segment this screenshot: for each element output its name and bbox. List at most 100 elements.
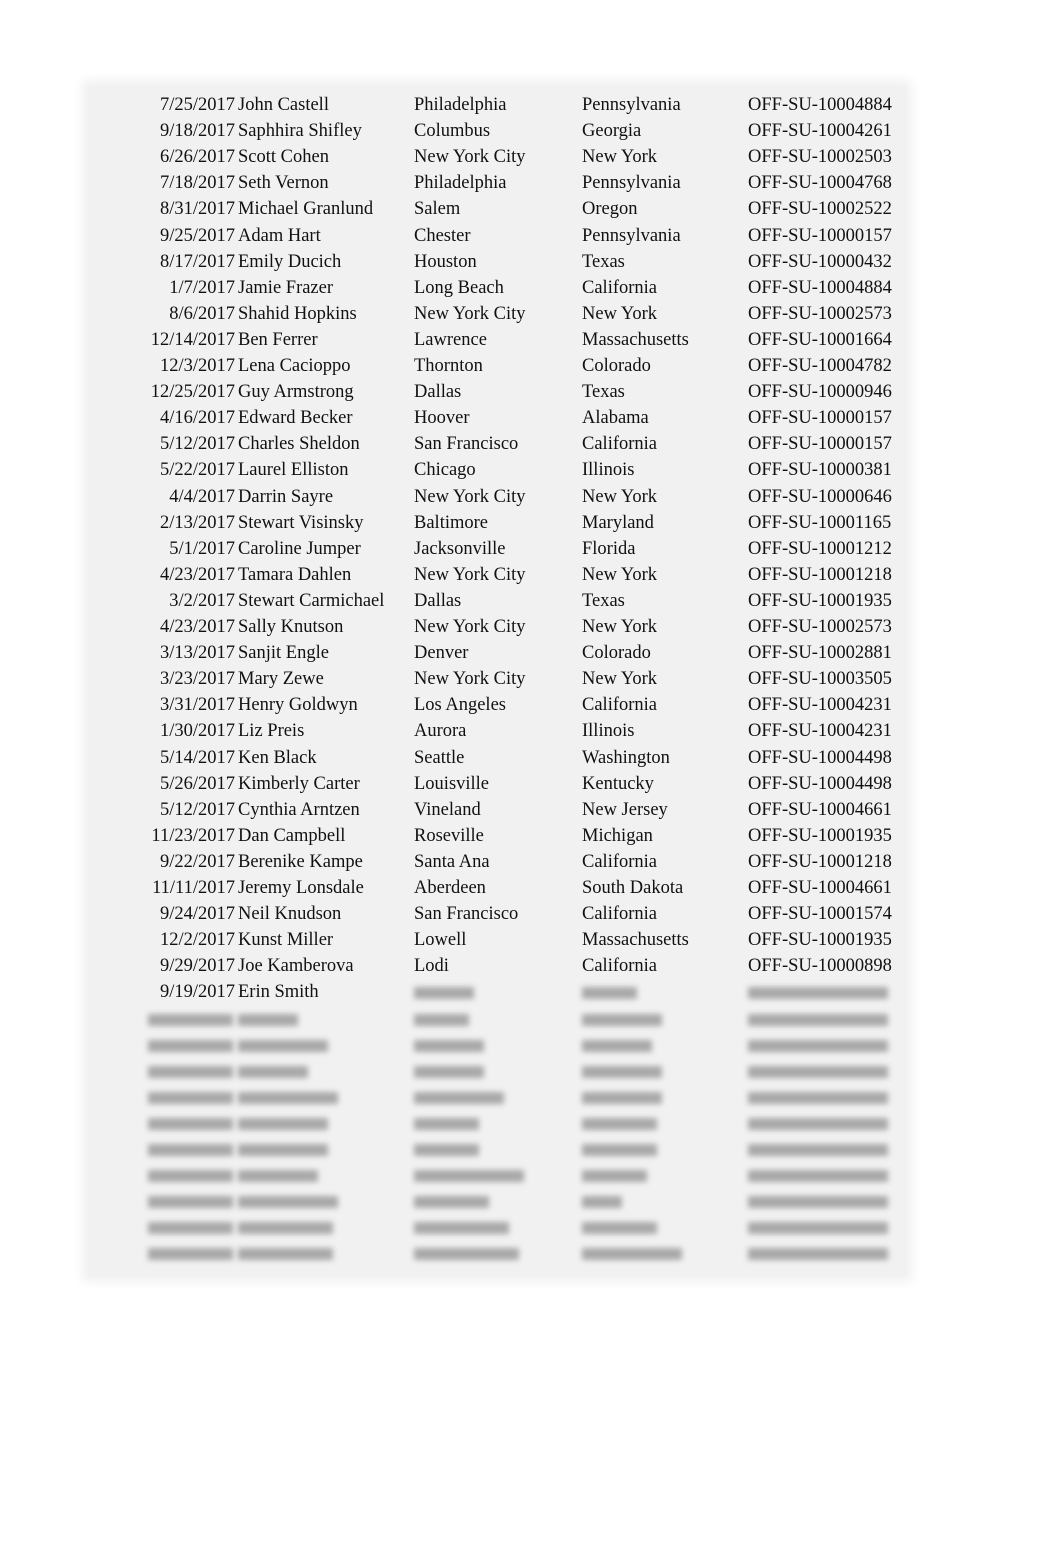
city-cell: New York City	[414, 303, 526, 324]
city-cell: New York City	[414, 669, 526, 690]
city-cell: Dallas	[414, 382, 462, 403]
customer-name-cell: Jamie Frazer	[238, 277, 334, 298]
city-cell: Baltimore	[414, 512, 488, 533]
product-id-cell: OFF-SU-10004782	[748, 356, 892, 376]
blurred-text	[238, 1248, 333, 1261]
obscured-row	[88, 1084, 906, 1110]
state-cell: New York	[582, 669, 658, 690]
customer-name-cell: Caroline Jumper	[238, 538, 361, 559]
table-row: 4/4/2017 Darrin Sayre New York City New Yor…	[88, 484, 906, 510]
blurred-text	[748, 1039, 888, 1052]
city-cell: Long Beach	[414, 277, 504, 298]
table-row: 6/26/2017 Scott Cohen New York City New Yor…	[88, 144, 906, 170]
city-cell: Hoover	[414, 408, 470, 429]
blurred-text	[148, 1196, 233, 1209]
order-date-cell: 5/14/2017	[159, 747, 235, 768]
blurred-text	[238, 1170, 318, 1183]
customer-name-cell: Kimberly Carter	[238, 773, 360, 794]
blurred-text	[148, 1170, 233, 1183]
blurred-text	[582, 1013, 662, 1026]
product-id-cell: OFF-SU-10001935	[748, 930, 892, 951]
table-row: 11/11/2017 Jeremy Lonsdale Aberdeen South D…	[88, 875, 906, 901]
obscured-row	[88, 1032, 906, 1058]
table-row: 12/3/2017 Lena Cacioppo Thornton Colorado OF…	[88, 353, 906, 379]
table-row: 8/17/2017 Emily Ducich Houston Texas OFF-SU-…	[88, 249, 906, 275]
product-id-cell: OFF-SU-10002881	[748, 643, 892, 664]
state-cell: Pennsylvania	[582, 225, 681, 246]
blurred-text	[414, 1091, 504, 1104]
table-row: 12/2/2017 Kunst Miller Lowell Massachusetts…	[88, 927, 906, 953]
blurred-text	[582, 1144, 657, 1156]
product-id-cell: OFF-SU-10000946	[748, 382, 892, 403]
table-row: 1/7/2017 Jamie Frazer Long Beach California…	[88, 275, 906, 301]
obscured-row	[88, 1240, 906, 1266]
state-cell: New York	[582, 564, 658, 585]
product-id-cell: OFF-SU-10001212	[748, 538, 892, 559]
table-row: 9/29/2017 Joe Kamberova Lodi California OFF-…	[88, 953, 906, 979]
product-id-cell: OFF-SU-10001165	[748, 512, 892, 533]
order-date-cell: 8/6/2017	[169, 303, 235, 324]
blurred-text	[748, 1222, 888, 1235]
city-cell: Vineland	[414, 799, 481, 820]
order-date-cell: 11/11/2017	[152, 878, 235, 898]
blurred-text	[748, 1144, 888, 1156]
blurred-text	[414, 1170, 524, 1183]
customer-name-cell: Liz Preis	[238, 721, 305, 742]
blurred-text	[414, 1039, 484, 1052]
state-cell: New York	[582, 617, 658, 637]
city-cell: New York City	[414, 147, 526, 168]
product-id-cell: OFF-SU-10004661	[748, 799, 892, 820]
state-cell: Texas	[582, 382, 625, 403]
blurred-text	[582, 1091, 662, 1104]
customer-name-cell: Lena Cacioppo	[238, 356, 351, 376]
order-date-cell: 8/31/2017	[159, 199, 235, 220]
blurred-text	[238, 1196, 338, 1209]
blurred-text	[238, 1144, 328, 1156]
product-id-cell: OFF-SU-10001574	[748, 904, 892, 925]
customer-name-cell: Scott Cohen	[238, 147, 329, 168]
product-id-cell: OFF-SU-10002522	[748, 199, 892, 220]
blurred-text	[582, 1170, 647, 1183]
table-row: 9/18/2017 Saphhira Shifley Columbus Georgia…	[88, 118, 906, 144]
city-cell: Aberdeen	[414, 878, 486, 898]
order-date-cell: 12/3/2017	[159, 356, 235, 376]
blurred-text	[148, 1117, 233, 1130]
order-date-cell: 5/26/2017	[159, 773, 235, 794]
order-date-cell: 2/13/2017	[159, 512, 235, 533]
state-cell: Massachusetts	[582, 329, 689, 350]
blurred-text	[414, 1065, 484, 1078]
table-row: 3/23/2017 Mary Zewe New York City New York O…	[88, 666, 906, 692]
blurred-text	[414, 1117, 479, 1130]
product-id-cell: OFF-SU-10001935	[748, 825, 892, 846]
order-date-cell: 8/17/2017	[159, 251, 235, 272]
city-cell: Louisville	[414, 773, 490, 794]
blurred-text	[748, 1013, 888, 1026]
product-id-cell: OFF-SU-10000646	[748, 486, 892, 507]
blurred-text	[238, 1013, 298, 1026]
order-date-cell: 7/18/2017	[159, 173, 235, 194]
customer-name-cell: Darrin Sayre	[238, 486, 334, 507]
order-date-cell: 1/30/2017	[159, 721, 235, 742]
customer-name-cell: Shahid Hopkins	[238, 303, 357, 324]
product-id-cell: OFF-SU-10002573	[748, 303, 892, 324]
product-id-cell: OFF-SU-10004661	[748, 878, 892, 898]
blurred-text	[414, 1248, 519, 1261]
customer-name-cell: Edward Becker	[238, 408, 353, 429]
order-date-cell: 5/1/2017	[169, 538, 235, 559]
state-cell: New Jersey	[582, 799, 668, 820]
table-row: 9/25/2017 Adam Hart Chester Pennsylvania OFF…	[88, 223, 906, 249]
order-date-cell: 5/12/2017	[159, 799, 235, 820]
blurred-text	[238, 1117, 328, 1130]
blurred-text	[148, 1065, 233, 1078]
table-row: 12/14/2017 Ben Ferrer Lawrence Massachusett…	[88, 327, 906, 353]
product-id-cell: OFF-SU-10001218	[748, 851, 892, 872]
order-date-cell: 7/25/2017	[159, 95, 235, 115]
customer-name-cell: Cynthia Arntzen	[238, 799, 360, 820]
obscured-row	[88, 1162, 906, 1188]
blurred-text	[414, 1196, 489, 1209]
table-row: 8/6/2017 Shahid Hopkins New York City New Y…	[88, 301, 906, 327]
order-date-cell: 3/23/2017	[159, 669, 235, 690]
blurred-text	[582, 1196, 622, 1209]
city-cell: Lowell	[414, 930, 467, 951]
customer-name-cell: Tamara Dahlen	[238, 564, 352, 585]
